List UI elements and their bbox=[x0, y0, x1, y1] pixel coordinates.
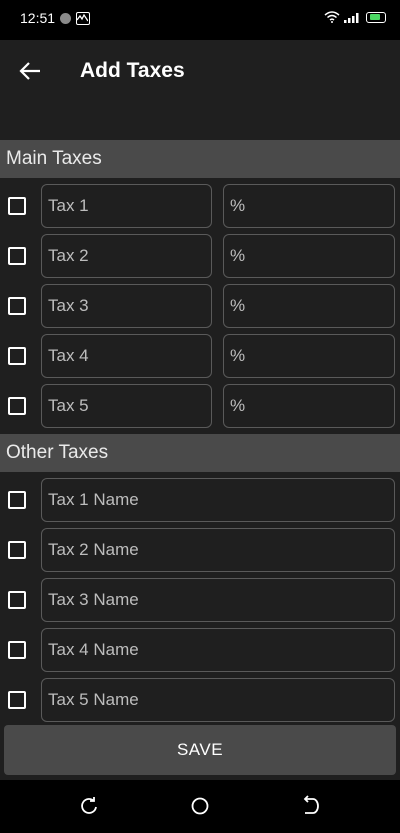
other-tax-4-checkbox[interactable] bbox=[8, 641, 26, 659]
main-tax-row bbox=[0, 284, 400, 334]
activity-icon bbox=[76, 12, 90, 25]
home-icon bbox=[191, 797, 209, 815]
back-icon bbox=[303, 795, 319, 814]
tax-2-percent-input[interactable] bbox=[223, 234, 395, 278]
other-tax-5-name-input[interactable] bbox=[41, 678, 395, 722]
tax-2-name-input[interactable] bbox=[41, 234, 212, 278]
other-tax-2-name-input[interactable] bbox=[41, 528, 395, 572]
other-taxes-header: Other Taxes bbox=[0, 434, 400, 472]
tax-3-percent-input[interactable] bbox=[223, 284, 395, 328]
tax-3-checkbox[interactable] bbox=[8, 297, 26, 315]
other-tax-row bbox=[0, 578, 400, 628]
other-tax-row bbox=[0, 528, 400, 578]
main-tax-row bbox=[0, 234, 400, 284]
arrow-left-icon bbox=[19, 62, 40, 80]
other-tax-2-checkbox[interactable] bbox=[8, 541, 26, 559]
tax-1-checkbox[interactable] bbox=[8, 197, 26, 215]
main-tax-row bbox=[0, 384, 400, 434]
toolbar: Add Taxes bbox=[0, 40, 400, 140]
other-tax-1-name-input[interactable] bbox=[41, 478, 395, 522]
other-tax-3-checkbox[interactable] bbox=[8, 591, 26, 609]
other-tax-row bbox=[0, 678, 400, 728]
other-tax-row bbox=[0, 478, 400, 528]
tax-5-checkbox[interactable] bbox=[8, 397, 26, 415]
signal-icon bbox=[344, 13, 359, 23]
wifi-icon bbox=[324, 11, 340, 23]
app-screen: 12:51 Add Taxes Main Taxes Tax 1 % Tax 2… bbox=[0, 0, 400, 833]
home-button[interactable] bbox=[188, 794, 212, 818]
tax-1-percent-input[interactable] bbox=[223, 184, 395, 228]
recents-button[interactable] bbox=[77, 794, 101, 818]
tax-2-checkbox[interactable] bbox=[8, 247, 26, 265]
status-time: 12:51 bbox=[20, 10, 56, 26]
tax-4-checkbox[interactable] bbox=[8, 347, 26, 365]
tax-4-name-input[interactable] bbox=[41, 334, 212, 378]
back-button[interactable] bbox=[14, 56, 48, 86]
other-tax-4-name-input[interactable] bbox=[41, 628, 395, 672]
other-tax-5-checkbox[interactable] bbox=[8, 691, 26, 709]
tax-5-name-input[interactable] bbox=[41, 384, 212, 428]
tax-3-name-input[interactable] bbox=[41, 284, 212, 328]
other-tax-3-name-input[interactable] bbox=[41, 578, 395, 622]
tax-5-percent-input[interactable] bbox=[223, 384, 395, 428]
save-button[interactable]: SAVE bbox=[4, 725, 396, 775]
tax-4-percent-input[interactable] bbox=[223, 334, 395, 378]
system-nav-bar bbox=[0, 780, 400, 833]
main-taxes-header: Main Taxes bbox=[0, 140, 400, 178]
recents-icon bbox=[81, 797, 97, 814]
page-title: Add Taxes bbox=[80, 59, 185, 82]
battery-icon bbox=[366, 11, 386, 23]
tax-1-name-input[interactable] bbox=[41, 184, 212, 228]
other-tax-1-checkbox[interactable] bbox=[8, 491, 26, 509]
other-tax-row bbox=[0, 628, 400, 678]
main-tax-row bbox=[0, 184, 400, 234]
status-icons bbox=[324, 11, 386, 23]
status-bar: 12:51 bbox=[0, 0, 400, 40]
main-tax-row bbox=[0, 334, 400, 384]
system-back-button[interactable] bbox=[299, 794, 323, 818]
notification-dot-icon bbox=[60, 13, 71, 24]
